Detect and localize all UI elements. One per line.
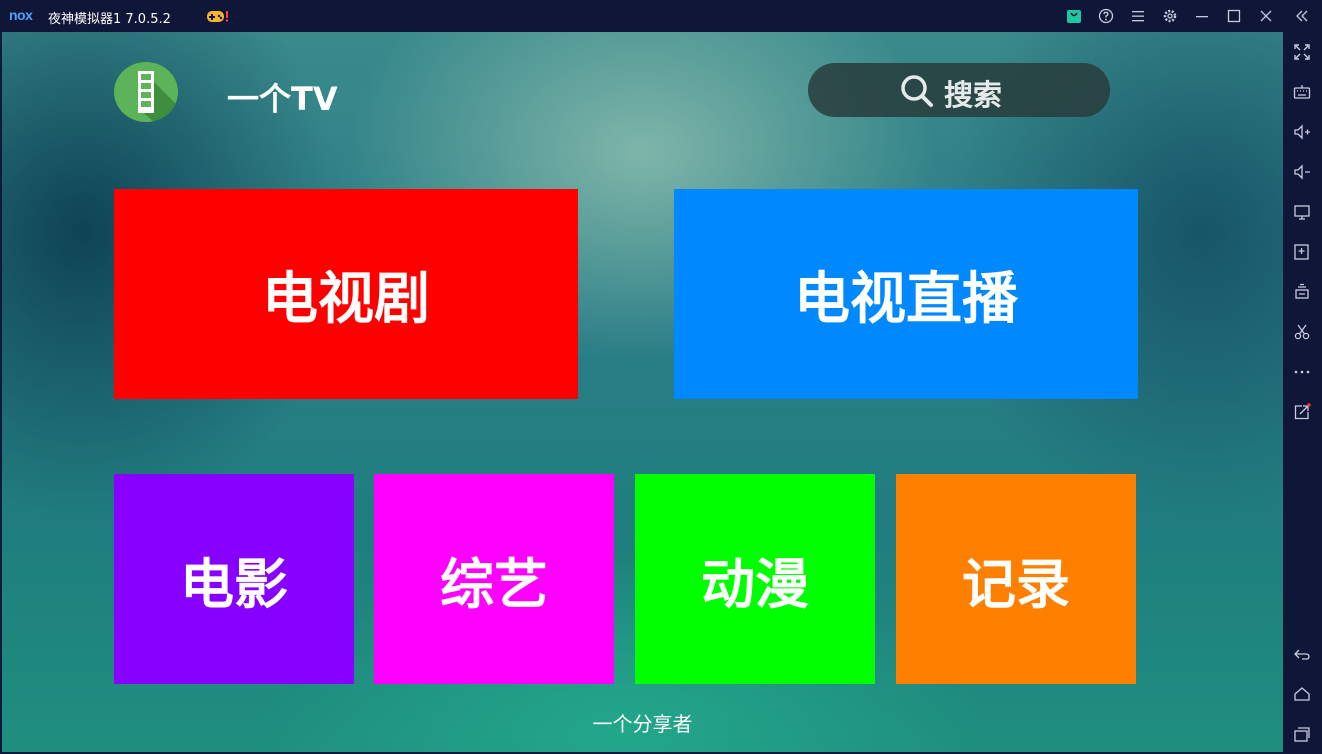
tile-variety[interactable]: 综艺: [374, 474, 614, 684]
tile-anime[interactable]: 动漫: [635, 474, 875, 684]
title-bar: nox 夜神模拟器1 7.0.5.2: [0, 0, 1322, 32]
share-icon[interactable]: [1291, 401, 1313, 423]
emulator-screen: 一个TV 搜索 电视剧 电视直播 电影 综艺 动漫 记录 一个分享者: [2, 32, 1283, 752]
tile-documentary[interactable]: 记录: [896, 474, 1136, 684]
nox-brand-text: nox: [9, 7, 33, 23]
apk-install-icon[interactable]: [1291, 241, 1313, 263]
menu-icon[interactable]: [1128, 6, 1148, 26]
emulator-toolbar: [1283, 32, 1322, 754]
screen-icon[interactable]: [1291, 201, 1313, 223]
settings-icon[interactable]: [1160, 6, 1180, 26]
search-icon: [900, 74, 934, 108]
tile-label: 综艺: [440, 552, 548, 616]
more-icon[interactable]: [1291, 361, 1313, 383]
collapse-icon[interactable]: [1292, 6, 1312, 26]
tile-label: 动漫: [701, 552, 809, 616]
volume-up-icon[interactable]: [1291, 121, 1313, 143]
keyboard-icon[interactable]: [1291, 81, 1313, 103]
footer-credit: 一个分享者: [592, 712, 693, 736]
search-label: 搜索: [944, 78, 1003, 112]
tile-movies[interactable]: 电影: [114, 474, 354, 684]
recent-apps-icon[interactable]: [1291, 723, 1313, 745]
tile-label: 电影: [180, 552, 288, 616]
nox-logo: nox: [9, 7, 33, 23]
app-title: 一个TV: [227, 80, 338, 118]
search-button[interactable]: 搜索: [808, 63, 1110, 117]
help-icon[interactable]: [1096, 6, 1116, 26]
tile-live-tv[interactable]: 电视直播: [674, 189, 1138, 399]
minimize-icon[interactable]: [1192, 6, 1212, 26]
home-icon[interactable]: [1291, 683, 1313, 705]
app-logo: [114, 62, 178, 122]
multi-instance-icon[interactable]: [1291, 281, 1313, 303]
volume-down-icon[interactable]: [1291, 161, 1313, 183]
window-title: 夜神模拟器1 7.0.5.2: [48, 12, 171, 27]
tile-label: 电视直播: [794, 266, 1018, 332]
back-icon[interactable]: [1291, 643, 1313, 665]
maximize-icon[interactable]: [1224, 6, 1244, 26]
tile-label: 记录: [962, 552, 1070, 616]
gamepad-icon[interactable]: [207, 8, 229, 24]
tile-tv-series[interactable]: 电视剧: [114, 189, 578, 399]
screenshot-icon[interactable]: [1291, 321, 1313, 343]
tile-label: 电视剧: [262, 266, 430, 332]
close-icon[interactable]: [1256, 6, 1276, 26]
store-icon[interactable]: [1064, 6, 1084, 26]
fullscreen-icon[interactable]: [1291, 41, 1313, 63]
